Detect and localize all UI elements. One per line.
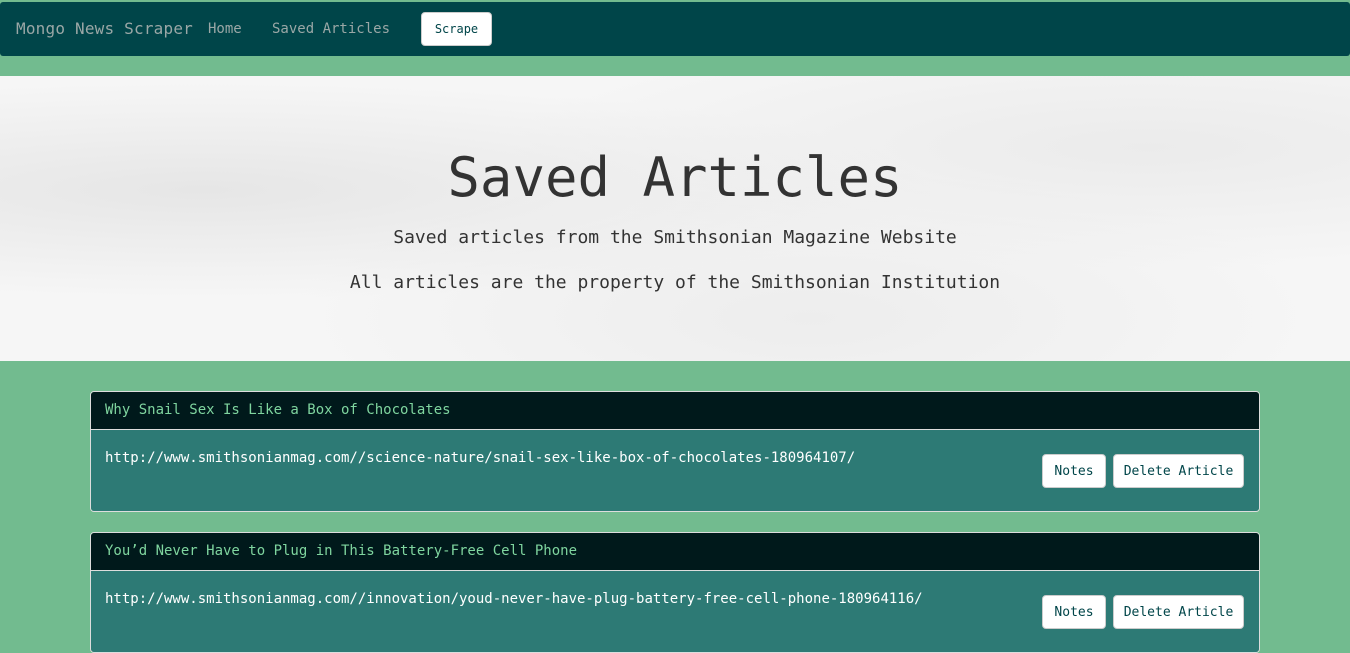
- notes-button[interactable]: Notes: [1042, 454, 1106, 488]
- article-card-header: Why Snail Sex Is Like a Box of Chocolate…: [91, 392, 1259, 430]
- navbar: Mongo News Scraper Home Saved Articles S…: [0, 2, 1350, 56]
- navbar-brand[interactable]: Mongo News Scraper: [16, 19, 193, 38]
- article-link[interactable]: http://www.smithsonianmag.com//science-n…: [105, 450, 855, 466]
- scrape-button[interactable]: Scrape: [421, 12, 492, 46]
- article-title: Why Snail Sex Is Like a Box of Chocolate…: [105, 402, 451, 418]
- nav-saved-articles-link[interactable]: Saved Articles: [272, 21, 390, 37]
- page-disclaimer: All articles are the property of the Smi…: [349, 272, 1001, 293]
- article-card: You’d Never Have to Plug in This Battery…: [90, 532, 1260, 653]
- page-subtitle: Saved articles from the Smithsonian Maga…: [393, 227, 957, 248]
- article-card-header: You’d Never Have to Plug in This Battery…: [91, 533, 1259, 571]
- page-title: Saved Articles: [447, 146, 903, 209]
- delete-article-button[interactable]: Delete Article: [1113, 595, 1244, 629]
- article-title: You’d Never Have to Plug in This Battery…: [105, 543, 578, 559]
- article-card-body: http://www.smithsonianmag.com//science-n…: [91, 430, 1259, 511]
- delete-article-button[interactable]: Delete Article: [1113, 454, 1244, 488]
- jumbotron: Saved Articles Saved articles from the S…: [0, 76, 1350, 361]
- article-link[interactable]: http://www.smithsonianmag.com//innovatio…: [105, 591, 923, 607]
- nav-home-link[interactable]: Home: [208, 21, 242, 37]
- article-card: Why Snail Sex Is Like a Box of Chocolate…: [90, 391, 1260, 512]
- notes-button[interactable]: Notes: [1042, 595, 1106, 629]
